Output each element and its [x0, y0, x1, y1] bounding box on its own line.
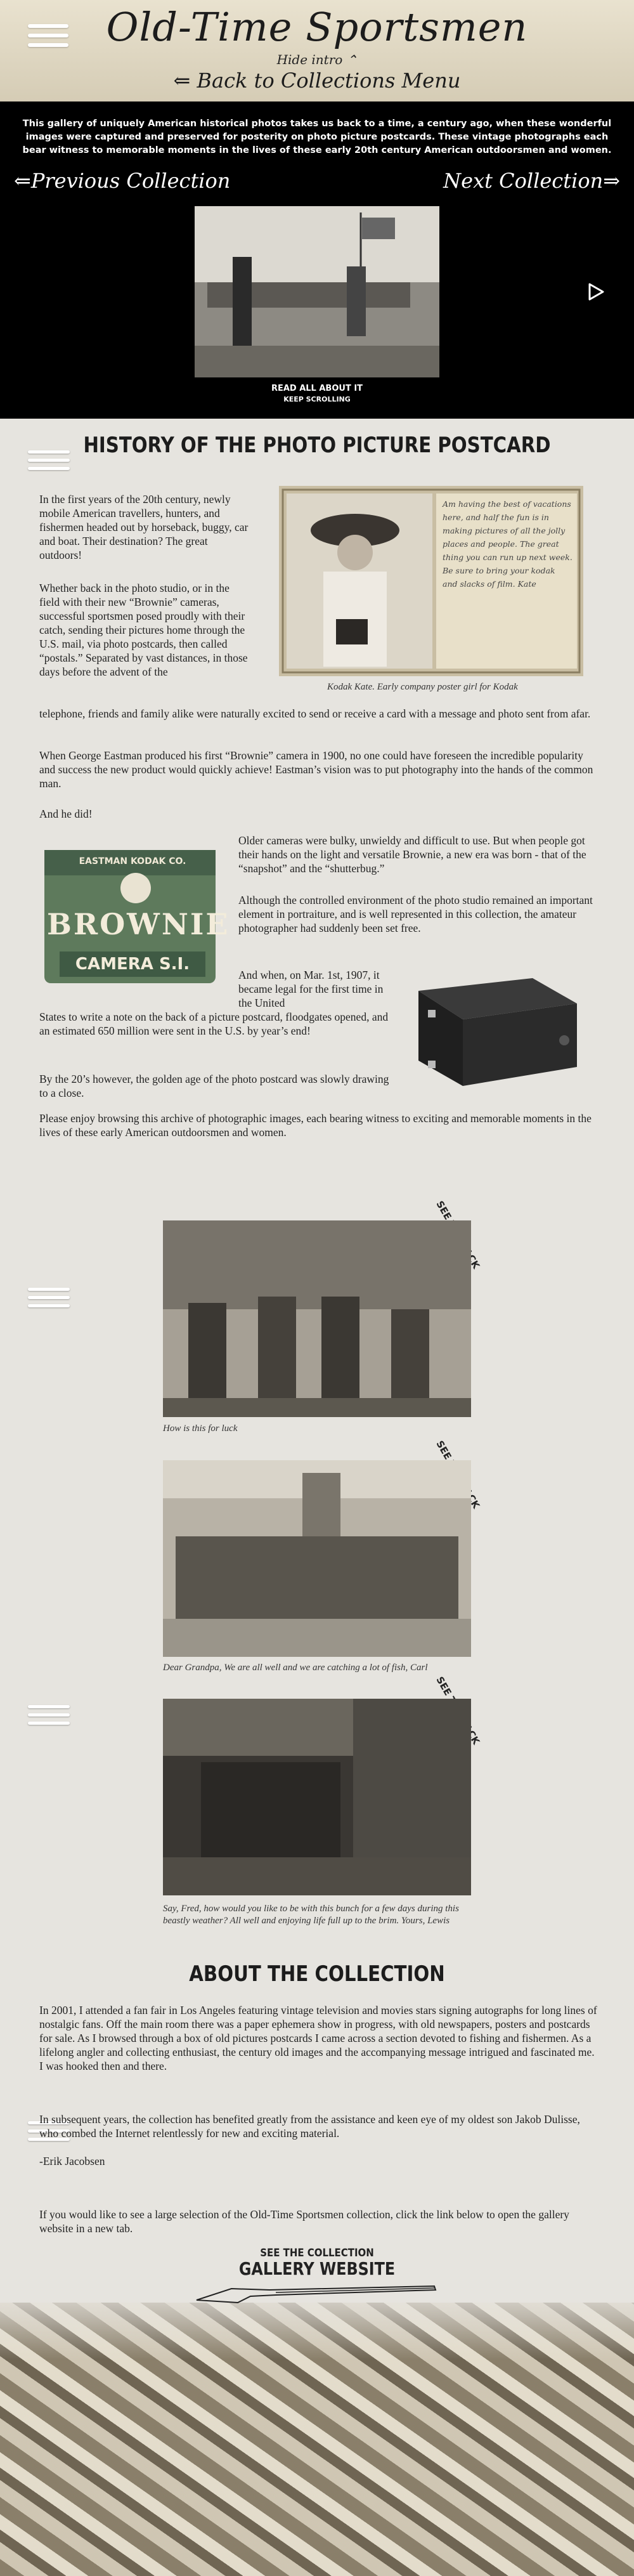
arrow-right-icon: ⇒	[603, 169, 620, 193]
kodak-kate-handwriting: Am having the best of vacations here, an…	[443, 499, 573, 589]
history-paragraph-5: Older cameras were bulky, unwieldy and d…	[238, 834, 586, 875]
brownie-box-bottom-text: CAMERA S.I.	[75, 955, 190, 974]
history-paragraph-7a: And when, on Mar. 1st, 1907, it became l…	[238, 969, 384, 1009]
see-the-collection-label[interactable]: SEE THE COLLECTION	[38, 2247, 596, 2259]
family-group-photo	[163, 1460, 471, 1657]
next-label: Next Collection	[443, 169, 604, 193]
arrow-left-icon: ⇐	[173, 69, 191, 93]
brownie-box-top-text: EASTMAN KODAK CO.	[79, 856, 186, 866]
brownie-camera-box[interactable]: EASTMAN KODAK CO. BROWNIE CAMERA S.I.	[41, 844, 230, 990]
play-icon[interactable]	[587, 282, 605, 301]
next-collection-link[interactable]: Next Collection⇒	[443, 169, 620, 193]
kodak-kate-caption: Kodak Kate. Early company poster girl fo…	[327, 682, 518, 692]
history-paragraph-1: In the first years of the 20th century, …	[39, 493, 249, 561]
boat-fishermen-photo	[195, 206, 439, 377]
shotgun-icon	[193, 2281, 441, 2306]
arrow-left-icon: ⇐	[14, 169, 31, 193]
about-paragraph-2: In subsequent years, the collection has …	[39, 2113, 580, 2140]
fishermen-hanging-fish-photo	[163, 1220, 471, 1417]
hide-intro-toggle[interactable]: Hide intro ⌃	[0, 52, 634, 67]
history-paragraph-6: Although the controlled environment of t…	[238, 894, 593, 934]
read-all-about-it-link[interactable]: READ ALL ABOUT IT	[0, 384, 634, 393]
brownie-box-mid-text: BROWNIE	[47, 907, 230, 941]
back-to-collections-link[interactable]: ⇐ Back to Collections Menu	[0, 69, 634, 93]
gallery-caption-2: Dear Grandpa, We are all well and we are…	[163, 1663, 428, 1673]
about-paragraph-3: If you would like to see a large selecti…	[39, 2208, 569, 2235]
kodak-kate-postcard[interactable]: Am having the best of vacations here, an…	[279, 486, 583, 676]
about-paragraph-1: In 2001, I attended a fan fair in Los An…	[39, 2004, 597, 2072]
gallery-caption-1: How is this for luck	[163, 1423, 238, 1434]
gallery-website-link[interactable]: GALLERY WEBSITE	[48, 2258, 586, 2279]
history-paragraph-2b: telephone, friends and family alike were…	[39, 707, 591, 720]
gallery-photo-2[interactable]	[163, 1460, 471, 1657]
brownie-camera-image[interactable]	[406, 965, 590, 1089]
about-signature: -Erik Jacobsen	[39, 2155, 105, 2167]
hunting-camp-photo	[163, 1699, 471, 1895]
history-paragraph-4: And he did!	[39, 807, 93, 820]
site-title: Old-Time Sportsmen	[106, 4, 528, 50]
gallery-photo-1[interactable]	[163, 1220, 471, 1417]
history-paragraph-7b: States to write a note on the back of a …	[39, 1010, 389, 1037]
prev-label: Previous Collection	[30, 169, 231, 193]
history-section-title: HISTORY OF THE PHOTO PICTURE POSTCARD	[83, 433, 551, 458]
previous-collection-link[interactable]: ⇐Previous Collection	[14, 169, 230, 193]
history-paragraph-8: By the 20’s however, the golden age of t…	[39, 1073, 389, 1099]
intro-photo[interactable]	[195, 206, 439, 377]
history-paragraph-3: When George Eastman produced his first “…	[39, 749, 593, 790]
intro-text: This gallery of uniquely American histor…	[22, 119, 612, 155]
keep-scrolling-label: KEEP SCROLLING	[283, 395, 351, 403]
gallery-photo-3[interactable]	[163, 1699, 471, 1895]
black-box-camera	[418, 978, 577, 1086]
gallery-caption-3: Say, Fred, how would you like to be with…	[163, 1904, 459, 1926]
gallery-menu-icon-1[interactable]	[28, 1288, 70, 1313]
gallery-menu-icon-2[interactable]	[28, 1705, 70, 1730]
back-link-label: Back to Collections Menu	[197, 69, 461, 93]
about-section-title: ABOUT THE COLLECTION	[189, 1961, 445, 1987]
history-paragraph-9: Please enjoy browsing this archive of ph…	[39, 1112, 592, 1139]
history-paragraph-2a: Whether back in the photo studio, or in …	[39, 582, 248, 678]
